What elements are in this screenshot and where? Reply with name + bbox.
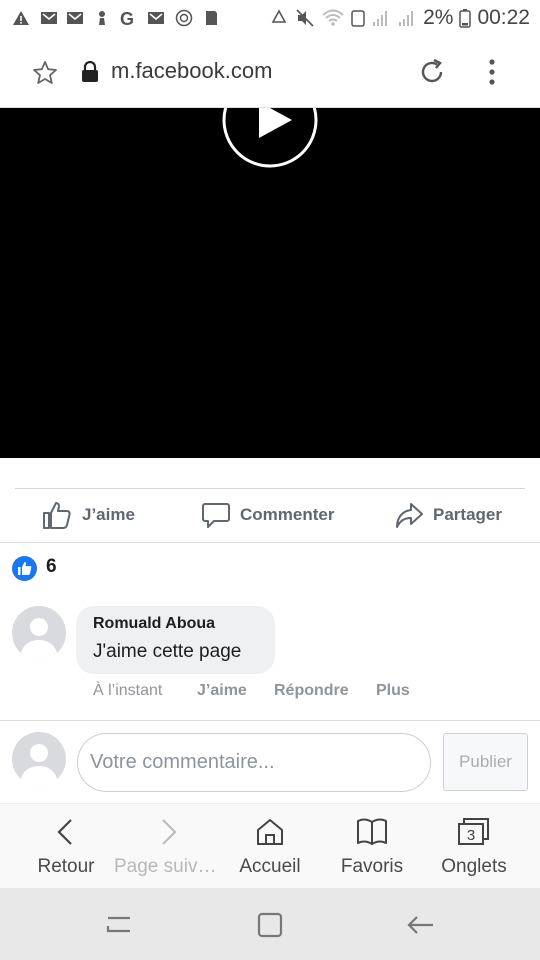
comment-timestamp: À l’instant xyxy=(93,682,163,699)
sim-icon xyxy=(351,10,365,27)
google-icon: G xyxy=(120,9,134,27)
signal-icon xyxy=(373,11,388,26)
comment-label: Commenter xyxy=(240,505,335,524)
battery-icon xyxy=(459,9,472,28)
like-label: J’aime xyxy=(82,505,135,524)
more-vert-icon[interactable] xyxy=(481,58,503,86)
recent-apps-icon[interactable] xyxy=(104,910,134,940)
sd-card-icon xyxy=(206,11,217,25)
video-player[interactable] xyxy=(0,108,540,458)
back-nav-icon[interactable] xyxy=(405,910,437,940)
comment-more-link[interactable]: Plus xyxy=(376,682,410,700)
share-label: Partager xyxy=(433,505,502,524)
play-icon[interactable] xyxy=(222,108,318,168)
reaction-count[interactable]: 6 xyxy=(46,556,57,578)
bookmarks-button[interactable]: Favoris xyxy=(318,804,426,889)
back-button[interactable]: Retour xyxy=(12,804,120,889)
gmail-icon xyxy=(41,12,57,24)
comment-reply-link[interactable]: Répondre xyxy=(274,682,349,700)
home-label: Accueil xyxy=(239,856,301,877)
book-icon xyxy=(357,818,387,845)
signal-icon xyxy=(399,11,414,26)
url-text[interactable]: m.facebook.com xyxy=(111,58,272,84)
svg-text:G: G xyxy=(120,9,134,27)
divider xyxy=(15,488,525,489)
like-button[interactable]: J’aime xyxy=(42,496,135,534)
avatar[interactable] xyxy=(12,606,66,660)
avatar xyxy=(12,732,66,786)
divider xyxy=(0,720,540,721)
system-navigation-bar xyxy=(0,888,540,960)
chevron-right-icon xyxy=(162,819,177,845)
bookmarks-label: Favoris xyxy=(340,856,404,877)
thumbs-up-icon xyxy=(43,502,71,529)
target-icon xyxy=(175,9,193,27)
browser-toolbar: Retour Page suiva… Accueil Favoris 3 Ong… xyxy=(0,803,540,888)
comment-icon xyxy=(202,503,230,528)
comment-input[interactable] xyxy=(77,733,431,792)
status-right: 2% 00:22 xyxy=(269,6,530,30)
clock: 00:22 xyxy=(477,6,530,29)
tabs-icon: 3 xyxy=(458,818,489,845)
tab-count: 3 xyxy=(467,827,475,844)
publish-button[interactable]: Publier xyxy=(443,733,528,791)
reload-icon[interactable] xyxy=(417,57,447,87)
forward-label: Page suiva… xyxy=(114,856,222,877)
comment-author[interactable]: Romuald Aboua xyxy=(93,615,258,633)
divider xyxy=(0,542,540,543)
comment-button[interactable]: Commenter xyxy=(202,496,334,534)
comment-bubble: Romuald Aboua J'aime cette page xyxy=(76,606,275,674)
gmail-icon xyxy=(67,12,83,24)
star-icon[interactable] xyxy=(31,59,59,87)
wifi-icon xyxy=(322,9,344,26)
home-button[interactable]: Accueil xyxy=(216,804,324,889)
home-icon xyxy=(257,819,283,845)
share-icon xyxy=(396,503,423,528)
lock-icon xyxy=(82,61,98,82)
battery-percent: 2% xyxy=(423,6,454,29)
chess-pawn-icon xyxy=(99,11,105,25)
mute-icon xyxy=(296,9,314,27)
browser-address-bar: m.facebook.com xyxy=(0,36,540,108)
forward-button[interactable]: Page suiva… xyxy=(114,804,222,889)
home-nav-icon[interactable] xyxy=(255,910,285,940)
warning-icon xyxy=(13,11,29,25)
share-button[interactable]: Partager xyxy=(395,496,502,534)
chevron-left-icon xyxy=(57,819,72,845)
like-reaction-icon[interactable] xyxy=(12,556,37,581)
default-avatar-icon xyxy=(20,618,58,660)
default-avatar-icon xyxy=(20,744,58,786)
status-bar: G 2% 00:22 xyxy=(0,0,540,36)
comment-text: J'aime cette page xyxy=(93,641,242,662)
gmail-icon xyxy=(148,12,164,24)
comment-like-link[interactable]: J’aime xyxy=(197,682,247,700)
tabs-label: Onglets xyxy=(441,856,507,877)
tabs-button[interactable]: 3 Onglets xyxy=(420,804,528,889)
recycle-icon xyxy=(271,9,287,23)
back-label: Retour xyxy=(37,856,95,877)
